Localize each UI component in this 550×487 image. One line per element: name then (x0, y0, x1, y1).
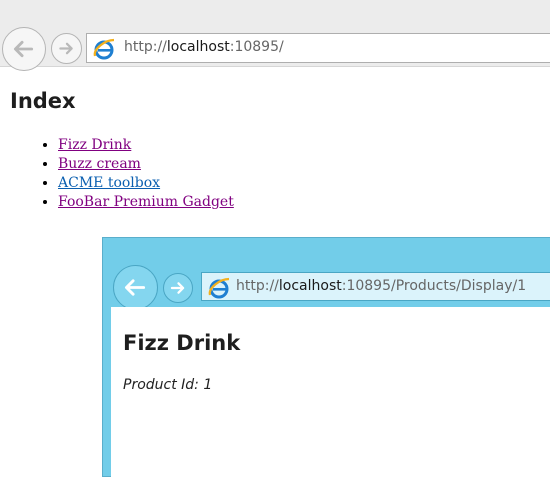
product-link-buzz-cream[interactable]: Buzz cream (58, 156, 141, 172)
ie-icon (93, 38, 115, 60)
address-bar[interactable]: http://localhost:10895/ (86, 33, 550, 63)
inner-browser-window: http://localhost:10895/Products/Display/… (102, 237, 550, 487)
address-url: http://localhost:10895/ (124, 39, 284, 55)
back-arrow-icon (13, 40, 34, 58)
product-title: Fizz Drink (123, 331, 241, 355)
list-item: Buzz cream (58, 155, 234, 174)
list-item: ACME toolbox (58, 174, 234, 193)
product-list: Fizz Drink Buzz cream ACME toolbox FooBa… (38, 136, 234, 212)
inner-page-content: Fizz Drink Product Id: 1 (111, 307, 550, 487)
back-arrow-icon (124, 279, 146, 296)
forward-button[interactable] (51, 33, 82, 64)
list-item: FooBar Premium Gadget (58, 193, 234, 212)
product-link-fizz-drink[interactable]: Fizz Drink (58, 137, 131, 153)
product-link-foobar-premium-gadget[interactable]: FooBar Premium Gadget (58, 194, 234, 210)
product-id-text: Product Id: 1 (123, 377, 213, 393)
inner-forward-button[interactable] (163, 273, 193, 303)
forward-arrow-icon (170, 282, 185, 294)
list-item: Fizz Drink (58, 136, 234, 155)
outer-browser-toolbar: http://localhost:10895/ (0, 0, 550, 71)
ie-icon (208, 277, 230, 299)
back-button[interactable] (2, 27, 46, 71)
forward-arrow-icon (59, 42, 73, 55)
inner-address-url: http://localhost:10895/Products/Display/… (236, 278, 527, 294)
page-title: Index (10, 89, 76, 113)
product-link-acme-toolbox[interactable]: ACME toolbox (58, 175, 160, 191)
inner-address-bar[interactable]: http://localhost:10895/Products/Display/… (201, 272, 550, 301)
inner-back-button[interactable] (113, 265, 158, 310)
